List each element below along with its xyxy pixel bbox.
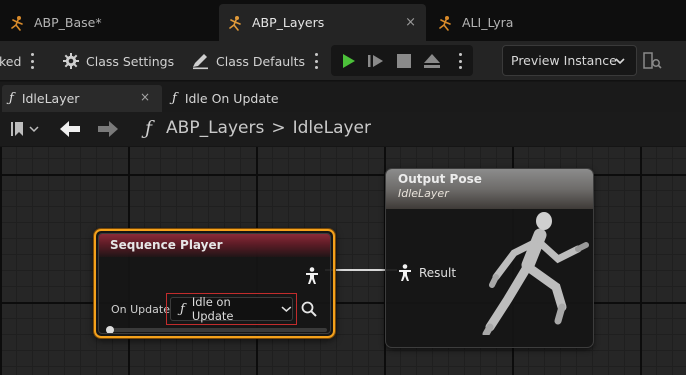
advance-frame-button[interactable] bbox=[363, 45, 389, 76]
main-toolbar: ked Class Settings Class Defaults Previe… bbox=[0, 41, 686, 81]
back-button[interactable] bbox=[59, 120, 81, 141]
more-options-icon[interactable] bbox=[458, 53, 462, 69]
result-pin[interactable]: Result bbox=[398, 264, 456, 282]
playback-scrubber[interactable] bbox=[106, 326, 114, 333]
gear-icon bbox=[63, 53, 79, 69]
pose-input-pin-icon bbox=[399, 264, 411, 281]
edit-defaults-icon bbox=[193, 54, 208, 70]
node-title: Output Pose bbox=[398, 172, 482, 186]
breadcrumb-function: IdleLayer bbox=[292, 118, 371, 138]
function-icon: ƒ bbox=[172, 91, 177, 106]
animation-layer-interface-icon bbox=[439, 15, 451, 31]
sequence-player-node[interactable]: Sequence Player On Update ƒ Idle on Upda… bbox=[94, 229, 335, 338]
debug-filter-icon bbox=[643, 52, 662, 69]
result-label: Result bbox=[419, 266, 457, 280]
asset-tab-label: ALI_Lyra bbox=[462, 15, 514, 30]
chevron-down-icon bbox=[615, 58, 625, 65]
play-icon bbox=[343, 53, 355, 68]
running-mannequin-icon bbox=[482, 212, 589, 335]
chevron-down-icon bbox=[281, 306, 292, 313]
arrow-left-icon bbox=[60, 121, 80, 137]
more-options-icon[interactable] bbox=[314, 53, 318, 69]
asset-tab-abp-base[interactable]: ABP_Base* bbox=[10, 4, 102, 41]
node-header: Output Pose IdleLayer bbox=[386, 169, 593, 209]
chevron-down-icon bbox=[29, 126, 39, 133]
output-pose-node[interactable]: Output Pose IdleLayer Result bbox=[385, 168, 594, 348]
function-icon: ƒ bbox=[145, 117, 153, 139]
breadcrumb: ƒ ABP_Layers > IdleLayer bbox=[145, 117, 371, 139]
breadcrumb-graph[interactable]: ABP_Layers bbox=[166, 118, 264, 138]
graph-tab-label: Idle On Update bbox=[184, 91, 279, 106]
close-icon[interactable]: × bbox=[140, 90, 150, 104]
asset-tab-label: ABP_Base* bbox=[34, 15, 102, 30]
eject-button[interactable] bbox=[419, 45, 445, 76]
asset-tab-label: ABP_Layers bbox=[252, 15, 325, 30]
function-value: Idle on Update bbox=[191, 295, 234, 323]
asset-tab-ali-lyra[interactable]: ALI_Lyra bbox=[438, 4, 513, 41]
forward-button[interactable] bbox=[97, 120, 119, 141]
class-defaults-button[interactable]: Class Defaults bbox=[191, 41, 305, 81]
graph-tab-bar: ƒ IdleLayer × ƒ Idle On Update bbox=[0, 82, 686, 112]
on-update-label: On Update bbox=[111, 303, 170, 316]
function-icon: ƒ bbox=[180, 301, 185, 317]
node-subtitle: IdleLayer bbox=[398, 187, 449, 200]
arrow-right-icon bbox=[98, 121, 118, 137]
bookmark-icon bbox=[11, 122, 23, 136]
graph-tab-idlelayer[interactable]: ƒ IdleLayer × bbox=[2, 85, 162, 112]
asset-tab-abp-layers[interactable]: ABP_Layers × bbox=[219, 4, 426, 41]
node-title: Sequence Player bbox=[99, 234, 330, 257]
class-settings-button[interactable]: Class Settings bbox=[62, 41, 174, 81]
eject-icon bbox=[424, 53, 440, 68]
stop-button[interactable] bbox=[391, 45, 417, 76]
close-icon[interactable]: × bbox=[405, 15, 416, 30]
play-button[interactable] bbox=[335, 45, 361, 76]
asset-tab-bar: ABP_Base* ABP_Layers × ALI_Lyra bbox=[0, 0, 686, 41]
stop-icon bbox=[397, 53, 411, 68]
breadcrumb-bar: ƒ ABP_Layers > IdleLayer bbox=[0, 112, 686, 146]
animation-blueprint-icon bbox=[11, 15, 23, 31]
debug-object-button[interactable] bbox=[643, 52, 663, 73]
animation-blueprint-icon bbox=[229, 15, 241, 31]
preview-instance-label: Preview Instance bbox=[511, 53, 617, 68]
toolbar-truncated-label: ked bbox=[0, 53, 22, 69]
play-controls bbox=[331, 45, 473, 76]
search-icon[interactable] bbox=[301, 301, 317, 317]
playback-track[interactable] bbox=[106, 326, 327, 333]
class-settings-label: Class Settings bbox=[86, 53, 175, 69]
on-update-function-field[interactable]: ƒ Idle on Update bbox=[166, 293, 297, 325]
bookmarks-button[interactable] bbox=[11, 121, 39, 137]
more-options-icon[interactable] bbox=[30, 53, 34, 69]
graph-tab-idle-on-update[interactable]: ƒ Idle On Update bbox=[172, 85, 279, 112]
graph-tab-label: IdleLayer bbox=[21, 91, 80, 106]
class-defaults-label: Class Defaults bbox=[216, 53, 306, 69]
function-icon: ƒ bbox=[9, 91, 14, 106]
breadcrumb-separator: > bbox=[271, 118, 286, 138]
pose-output-pin-icon[interactable] bbox=[305, 267, 319, 285]
preview-instance-dropdown[interactable]: Preview Instance bbox=[502, 45, 637, 76]
toolbar-truncated-button[interactable]: ked bbox=[0, 41, 21, 81]
frame-advance-icon bbox=[368, 54, 383, 67]
